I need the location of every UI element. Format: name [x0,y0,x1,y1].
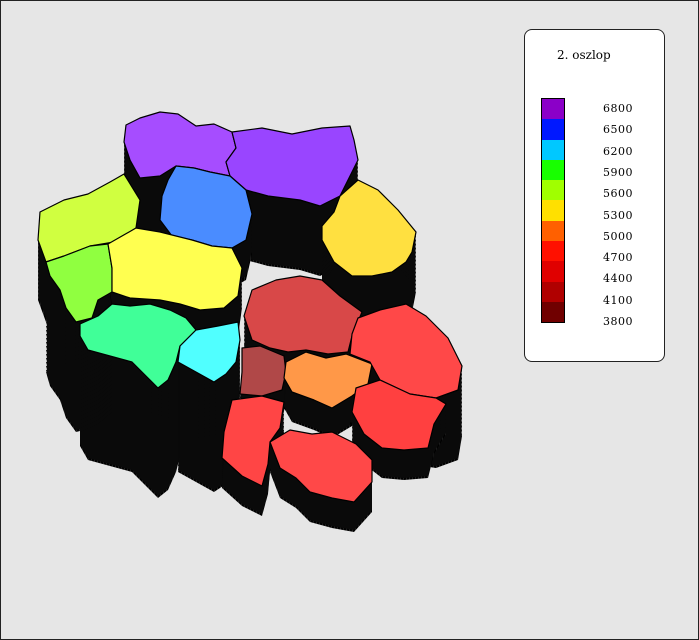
legend-value-label: 6200 [603,144,633,158]
region-center-small[interactable] [239,345,287,397]
legend-value-label: 6500 [603,123,633,137]
legend-value-label: 5300 [603,208,633,222]
legend-swatch [542,159,564,181]
legend-value-label: 4700 [603,251,633,265]
legend-value-label: 4400 [603,272,633,286]
legend-swatch [542,119,564,140]
legend-value-label: 5900 [603,165,633,179]
legend-swatch [542,200,564,221]
legend-swatch [542,99,564,120]
legend-swatch [542,281,564,302]
legend-value-label: 5000 [603,229,633,243]
legend-value-label: 3800 [603,315,633,328]
legend-value-label: 4100 [603,293,633,307]
legend-swatch [542,261,564,282]
legend-swatch-column [541,98,565,324]
legend-swatch [542,180,564,201]
legend-swatch [542,241,564,262]
legend-value-label: 6800 [603,102,633,115]
legend-value-label: 5600 [603,187,633,201]
legend-title: 2. oszlop [557,48,611,62]
legend-swatch [542,139,564,160]
legend-swatch [542,220,564,242]
legend-box: 2. oszlop 6800 6500 6200 5900 5600 5300 5000 47… [524,29,665,362]
legend-swatch [542,301,564,323]
